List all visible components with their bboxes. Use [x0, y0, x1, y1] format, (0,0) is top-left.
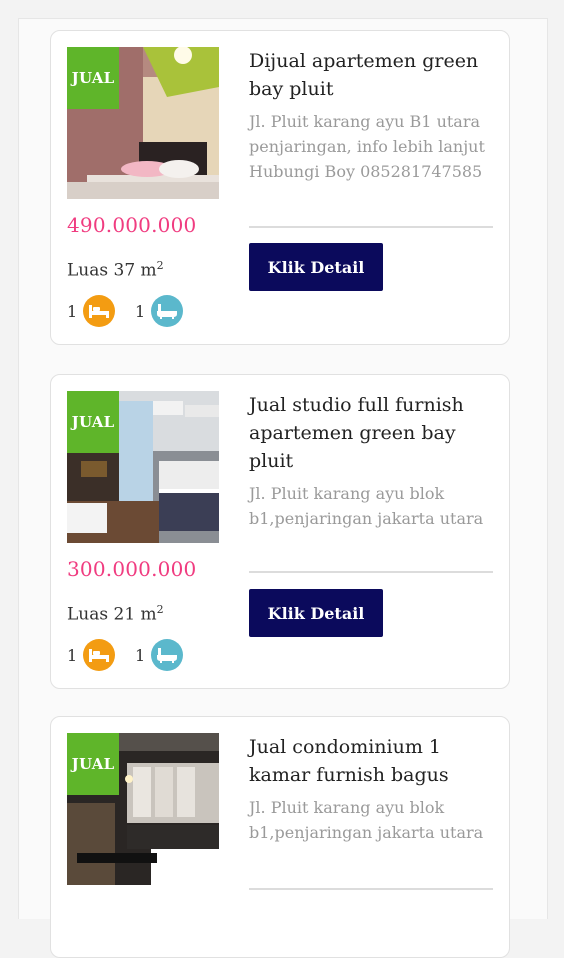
listing-price: 300.000.000 [67, 557, 197, 581]
bathroom-feature: 1 [135, 295, 184, 327]
area-text: Luas 21 m [67, 604, 157, 625]
divider [249, 571, 493, 573]
listing-price: 490.000.000 [67, 213, 197, 237]
bedroom-count: 1 [67, 645, 78, 665]
listing-title[interactable]: Dijual apartemen green bay pluit [249, 47, 499, 103]
sale-badge: JUAL [67, 733, 119, 795]
listing-card: JUAL 490.000.000 Luas 37 m2 1 1 Dijual a… [50, 30, 510, 345]
listing-address: Jl. Pluit karang ayu blok b1,penjaringan… [249, 484, 484, 528]
listing-card: JUAL 300.000.000 Luas 21 m2 1 1 Jual stu… [50, 374, 510, 689]
bed-icon [83, 295, 116, 327]
bathtub-icon [151, 295, 184, 327]
divider [249, 226, 493, 228]
listing-photo[interactable]: JUAL [67, 391, 219, 543]
listing-photo[interactable]: JUAL [67, 47, 219, 199]
bedroom-feature: 1 [67, 639, 116, 671]
bathroom-feature: 1 [135, 639, 184, 671]
bathroom-count: 1 [135, 645, 146, 665]
listing-address: Jl. Pluit karang ayu blok b1,penjaringan… [249, 798, 484, 842]
bathtub-icon [151, 639, 184, 671]
divider [249, 888, 493, 890]
listing-area: Luas 37 m2 [67, 259, 164, 281]
listing-title[interactable]: Jual condominium 1 kamar furnish bagus [249, 733, 499, 789]
listing-photo[interactable]: JUAL [67, 733, 219, 885]
sale-badge: JUAL [67, 391, 119, 453]
bed-icon [83, 639, 116, 671]
area-unit-superscript: 2 [156, 603, 164, 616]
bedroom-feature: 1 [67, 295, 116, 327]
detail-button[interactable]: Klik Detail [249, 589, 383, 637]
bathroom-count: 1 [135, 301, 146, 321]
bedroom-count: 1 [67, 301, 78, 321]
listing-title[interactable]: Jual studio full furnish apartemen green… [249, 391, 499, 475]
area-text: Luas 37 m [67, 260, 157, 281]
listing-card: JUAL Jual condominium 1 kamar furnish ba… [50, 716, 510, 958]
listing-address: Jl. Pluit karang ayu B1 utara penjaringa… [249, 112, 485, 181]
listing-area: Luas 21 m2 [67, 603, 164, 625]
sale-badge: JUAL [67, 47, 119, 109]
area-unit-superscript: 2 [156, 259, 164, 272]
detail-button[interactable]: Klik Detail [249, 243, 383, 291]
